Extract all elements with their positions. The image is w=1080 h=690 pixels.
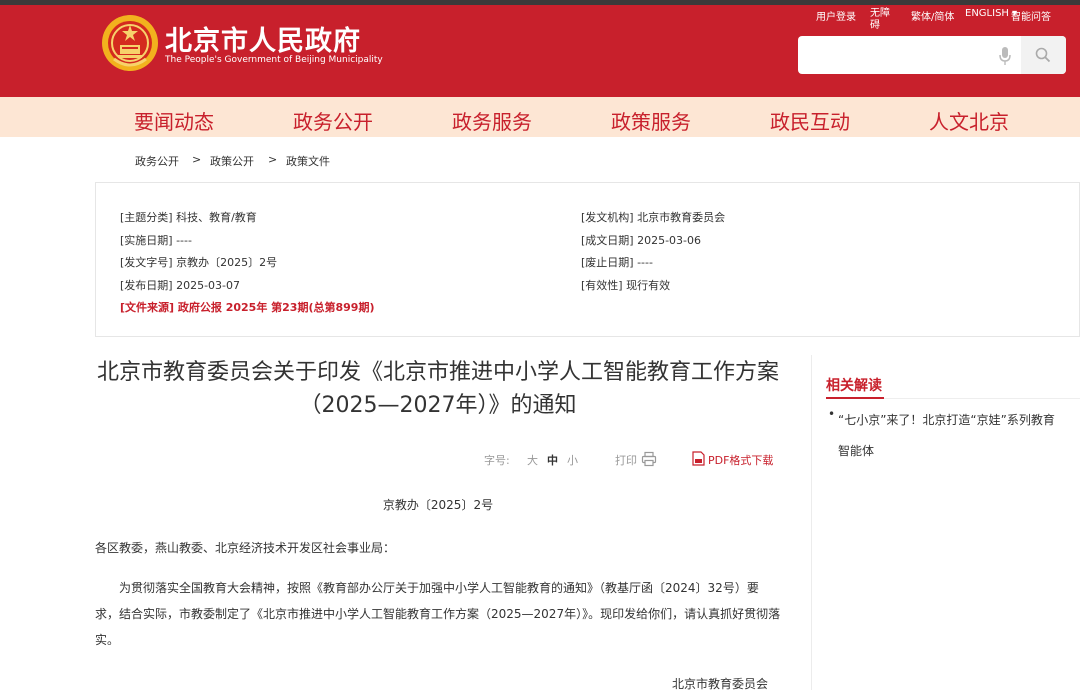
breadcrumb-item[interactable]: 政策文件 <box>286 153 330 169</box>
font-size-medium[interactable]: 中 <box>547 452 558 468</box>
related-title-underline <box>826 397 884 399</box>
pdf-icon[interactable] <box>692 451 705 466</box>
meta-source: [文件来源] 政府公报 2025年 第23期(总第899期) <box>120 301 375 314</box>
site-subtitle: The People's Government of Beijing Munic… <box>165 55 383 65</box>
microphone-icon[interactable] <box>998 46 1012 66</box>
breadcrumb-separator: > <box>192 153 202 166</box>
print-link[interactable]: 打印 <box>615 452 637 468</box>
related-item[interactable]: “七小京”来了！北京打造“京娃”系列教育智能体 <box>838 405 1066 467</box>
meta-abolish-date: [废止日期] ---- <box>581 256 653 269</box>
printer-icon[interactable] <box>641 451 657 467</box>
accessibility-link[interactable]: 无障碍 <box>870 8 892 32</box>
nav-item-policy-services[interactable]: 政策服务 <box>611 106 691 135</box>
meta-doc-number: [发文字号] 京教办〔2025〕2号 <box>120 256 278 269</box>
meta-issuer: [发文机构] 北京市教育委员会 <box>581 211 726 224</box>
site-title[interactable]: 北京市人民政府 <box>165 19 361 58</box>
document-number: 京教办〔2025〕2号 <box>382 498 494 512</box>
signature: 北京市教育委员会 <box>672 677 769 690</box>
login-link[interactable]: 用户登录 <box>816 8 856 23</box>
bullet-icon: • <box>828 407 836 421</box>
nav-item-government-services[interactable]: 政务服务 <box>452 106 532 135</box>
document-title: 北京市教育委员会关于印发《北京市推进中小学人工智能教育工作方案（2025—202… <box>96 360 779 418</box>
national-emblem-icon <box>102 15 158 71</box>
nav-item-news[interactable]: 要闻动态 <box>134 106 214 135</box>
nav-item-culture[interactable]: 人文北京 <box>929 106 1009 135</box>
meta-created-date: [成文日期] 2025-03-06 <box>581 234 702 247</box>
meta-topic: [主题分类] 科技、教育/教育 <box>120 211 257 224</box>
breadcrumb-separator: > <box>268 153 278 166</box>
nav-item-interaction[interactable]: 政民互动 <box>770 106 850 135</box>
breadcrumb-item[interactable]: 政策公开 <box>210 153 254 169</box>
font-size-label: 字号: <box>484 454 510 467</box>
sidebar-divider <box>811 355 812 690</box>
meta-effective-date: [实施日期] ---- <box>120 234 192 247</box>
salutation: 各区教委，燕山教委、北京经济技术开发区社会事业局： <box>95 541 396 555</box>
breadcrumb-item[interactable]: 政务公开 <box>135 153 179 169</box>
font-size-large[interactable]: 大 <box>527 452 538 468</box>
meta-publish-date: [发布日期] 2025-03-07 <box>120 279 241 292</box>
body-paragraph: 为贯彻落实全国教育大会精神，按照《教育部办公厅关于加强中小学人工智能教育的通知》… <box>95 581 781 647</box>
font-size-small[interactable]: 小 <box>567 452 578 468</box>
traditional-simplified-toggle[interactable]: 繁体/简体 <box>911 8 954 23</box>
search-input[interactable] <box>806 44 986 66</box>
language-selector[interactable]: ENGLISH ▾ <box>965 8 1017 19</box>
smart-qa-link[interactable]: 智能问答 <box>1011 8 1051 23</box>
nav-item-government-affairs[interactable]: 政务公开 <box>293 106 373 135</box>
main-nav: 要闻动态 政务公开 政务服务 政策服务 政民互动 人文北京 <box>0 97 1080 137</box>
related-title: 相关解读 <box>826 378 882 394</box>
meta-validity: [有效性] 现行有效 <box>581 279 671 292</box>
pdf-download-link[interactable]: PDF格式下载 <box>708 452 773 468</box>
search-button[interactable] <box>1021 36 1066 74</box>
search-icon <box>1035 47 1051 63</box>
